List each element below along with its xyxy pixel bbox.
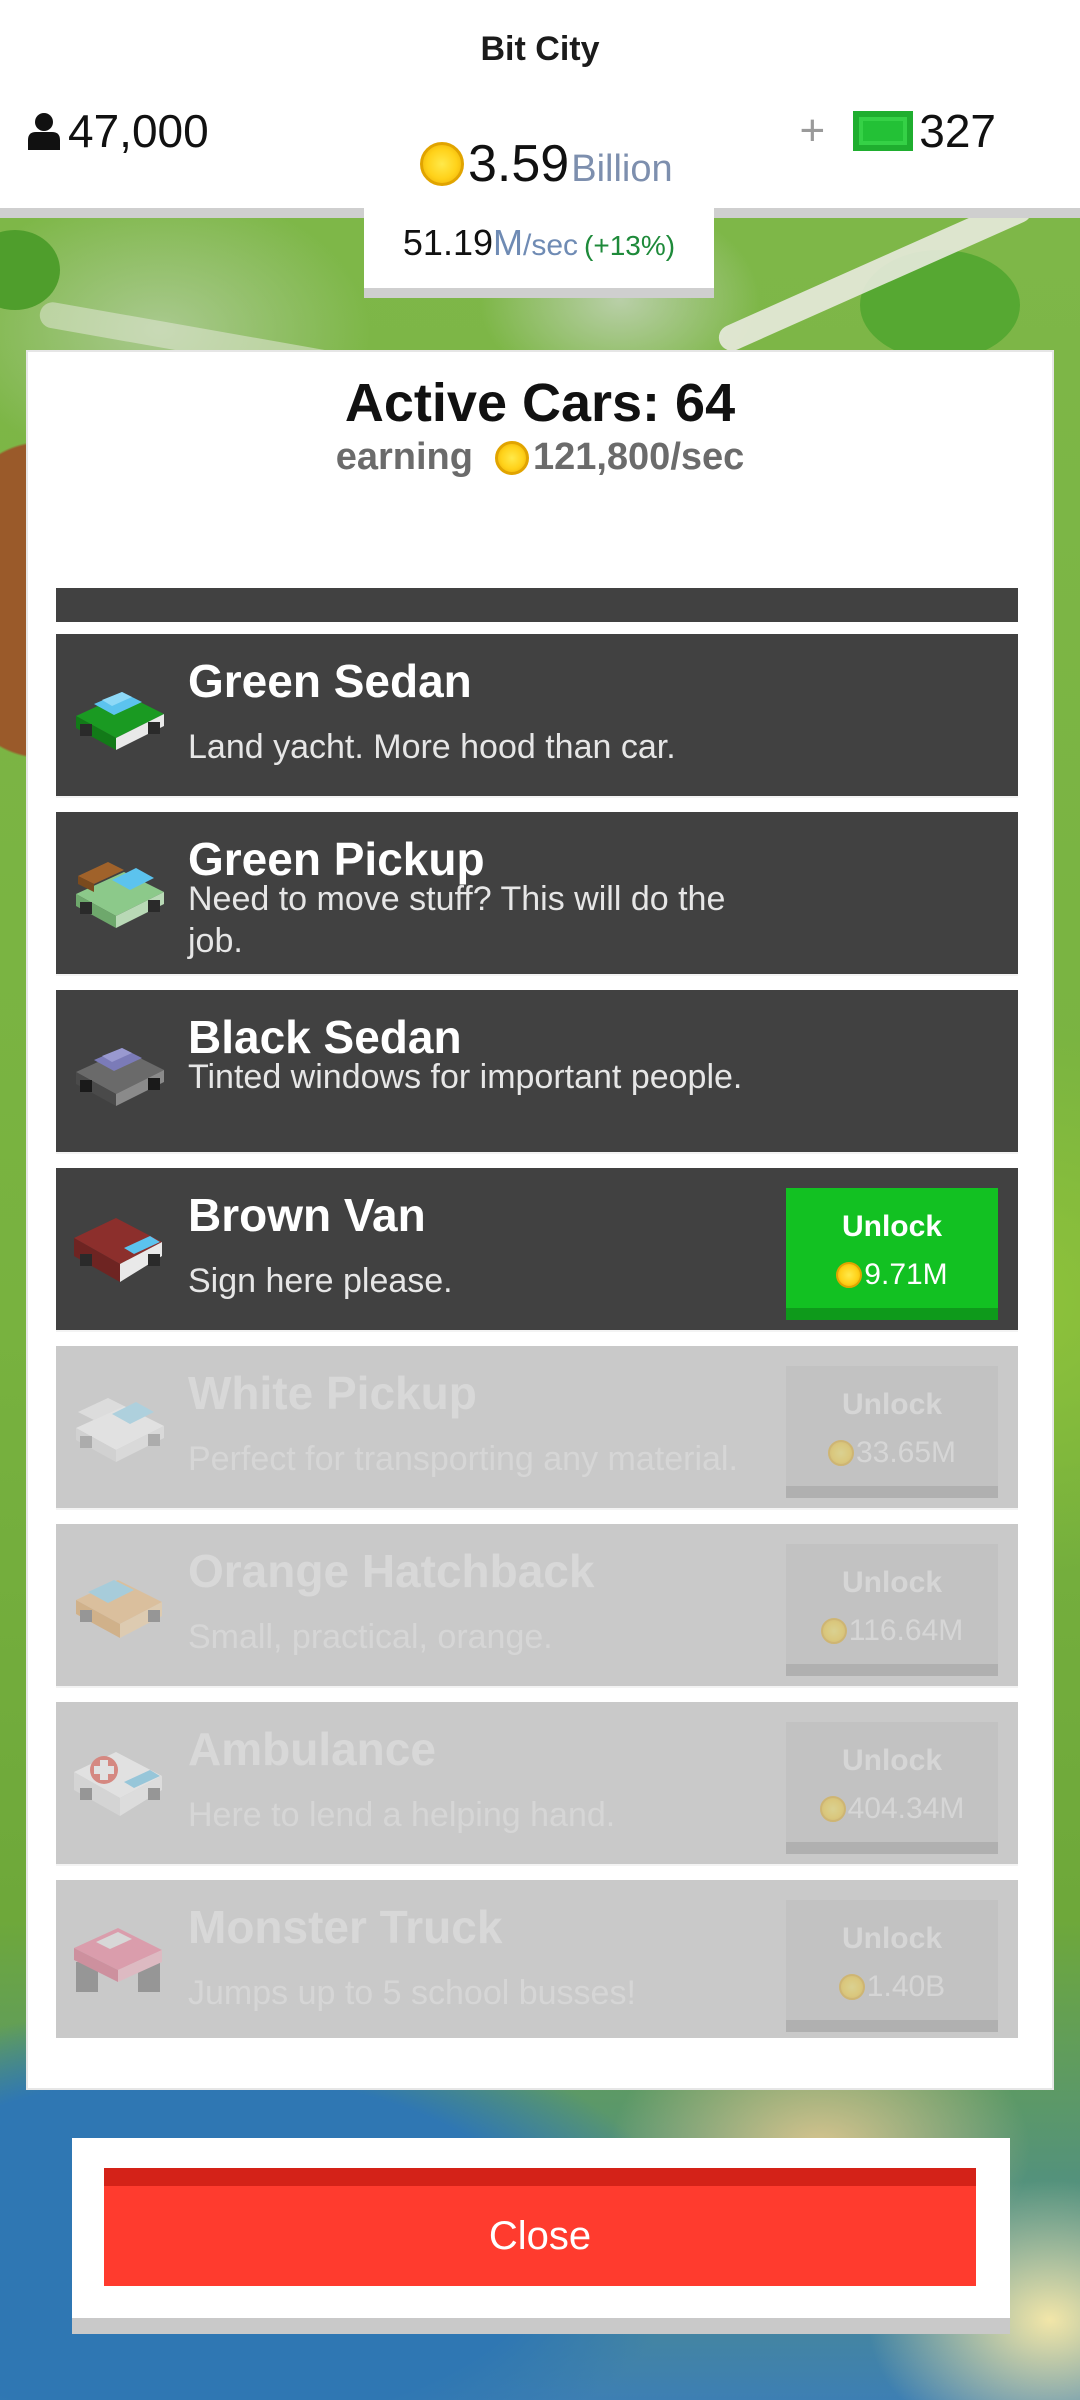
monster-truck-icon	[74, 1928, 162, 1992]
earning-summary: earning 121,800/sec	[28, 436, 1052, 479]
car-description: Tinted windows for important people.	[188, 1058, 743, 1096]
panel-title: Active Cars: 64	[344, 373, 736, 433]
list-item[interactable]: Black Sedan Tinted windows for important…	[56, 990, 1018, 1154]
unlock-price-value: 9.71M	[864, 1258, 948, 1291]
income-rate: 51.19M/sec (+13%)	[364, 208, 714, 298]
top-bar: Bit City 47,000 3.59 Billion + 327	[0, 0, 1080, 218]
person-icon	[28, 113, 60, 150]
unlock-button[interactable]: Unlock 33.65M	[786, 1366, 998, 1498]
unlock-price-value: 116.64M	[848, 1614, 964, 1647]
money-amount: 3.59	[468, 135, 570, 193]
car-name: Monster Truck	[188, 1901, 503, 1953]
coin-icon	[494, 440, 529, 475]
list-item[interactable]: Orange Hatchback Small, practical, orang…	[56, 1524, 1018, 1688]
coin-icon	[836, 1262, 863, 1288]
add-cash-button[interactable]: +	[800, 106, 826, 156]
list-item[interactable]: Brown Van Sign here please. Unlock 9.71M	[56, 1168, 1018, 1332]
unlock-price-value: 404.34M	[847, 1792, 965, 1825]
population-value: 47,000	[68, 105, 209, 157]
cash-icon	[853, 111, 914, 151]
unlock-price: 33.65M	[786, 1436, 998, 1470]
unlock-button[interactable]: Unlock 1.40B	[786, 1900, 998, 2032]
cars-panel: Active Cars: 64 earning 121,800/sec Gree…	[26, 350, 1054, 2090]
orange-hatchback-icon	[76, 1580, 162, 1638]
unlock-label: Unlock	[841, 1922, 943, 1955]
unlock-label: Unlock	[841, 1210, 943, 1243]
car-name: Orange Hatchback	[188, 1545, 595, 1597]
coin-icon	[838, 1974, 865, 2000]
premium-currency[interactable]: + 327	[800, 104, 996, 158]
rate-bonus: (+13%)	[584, 230, 676, 261]
unlock-label: Unlock	[841, 1744, 943, 1777]
car-name: Ambulance	[188, 1723, 436, 1775]
city-name: Bit City	[480, 30, 600, 68]
list-item[interactable]: Green Pickup Need to move stuff? This wi…	[56, 812, 1018, 976]
unlock-price: 9.71M	[786, 1258, 998, 1292]
green-sedan-icon	[76, 692, 164, 750]
close-button[interactable]: Close	[104, 2168, 976, 2286]
coin-icon	[420, 142, 464, 186]
list-item-partial	[56, 588, 1018, 622]
unlock-button[interactable]: Unlock 9.71M	[786, 1188, 998, 1320]
close-container: Close	[72, 2138, 1010, 2334]
coin-icon	[820, 1618, 847, 1644]
list-item[interactable]: Green Sedan Land yacht. More hood than c…	[56, 634, 1018, 798]
car-description: Need to move stuff? This will do the job…	[188, 880, 726, 960]
population-counter: 47,000	[26, 104, 209, 158]
earning-label: earning	[335, 436, 473, 478]
unlock-price-value: 33.65M	[855, 1436, 957, 1469]
car-list[interactable]: Green Sedan Land yacht. More hood than c…	[56, 588, 1018, 2038]
cash-count: 327	[919, 105, 996, 157]
car-name: White Pickup	[188, 1367, 477, 1419]
car-name: Green Sedan	[188, 655, 472, 707]
tree	[0, 230, 60, 310]
green-pickup-icon	[76, 862, 164, 928]
earning-value: 121,800/sec	[532, 436, 745, 478]
money-counter: 3.59 Billion	[420, 134, 673, 194]
coin-icon	[819, 1796, 846, 1822]
unlock-label: Unlock	[841, 1566, 943, 1599]
rate-value: 51.19	[402, 222, 493, 263]
money-unit: Billion	[571, 148, 673, 190]
coin-icon	[827, 1440, 854, 1466]
unlock-price-value: 1.40B	[866, 1970, 946, 2003]
black-sedan-icon	[76, 1048, 164, 1106]
white-pickup-icon	[76, 1398, 164, 1462]
unlock-button[interactable]: Unlock 404.34M	[786, 1722, 998, 1854]
rate-per: /sec	[523, 229, 579, 262]
list-item[interactable]: Ambulance Here to lend a helping hand. U…	[56, 1702, 1018, 1866]
car-description: Land yacht. More hood than car.	[188, 728, 676, 766]
rate-unit: M	[493, 222, 523, 263]
car-name: Brown Van	[188, 1189, 426, 1241]
unlock-price: 1.40B	[786, 1970, 998, 2004]
ambulance-icon	[74, 1752, 162, 1816]
list-item[interactable]: White Pickup Perfect for transporting an…	[56, 1346, 1018, 1510]
unlock-button[interactable]: Unlock 116.64M	[786, 1544, 998, 1676]
unlock-price: 404.34M	[786, 1792, 998, 1826]
car-description: Sign here please.	[188, 1262, 453, 1300]
list-item[interactable]: Monster Truck Jumps up to 5 school busse…	[56, 1880, 1018, 2038]
unlock-label: Unlock	[841, 1388, 943, 1421]
unlock-price: 116.64M	[786, 1614, 998, 1648]
brown-van-icon	[74, 1218, 162, 1282]
